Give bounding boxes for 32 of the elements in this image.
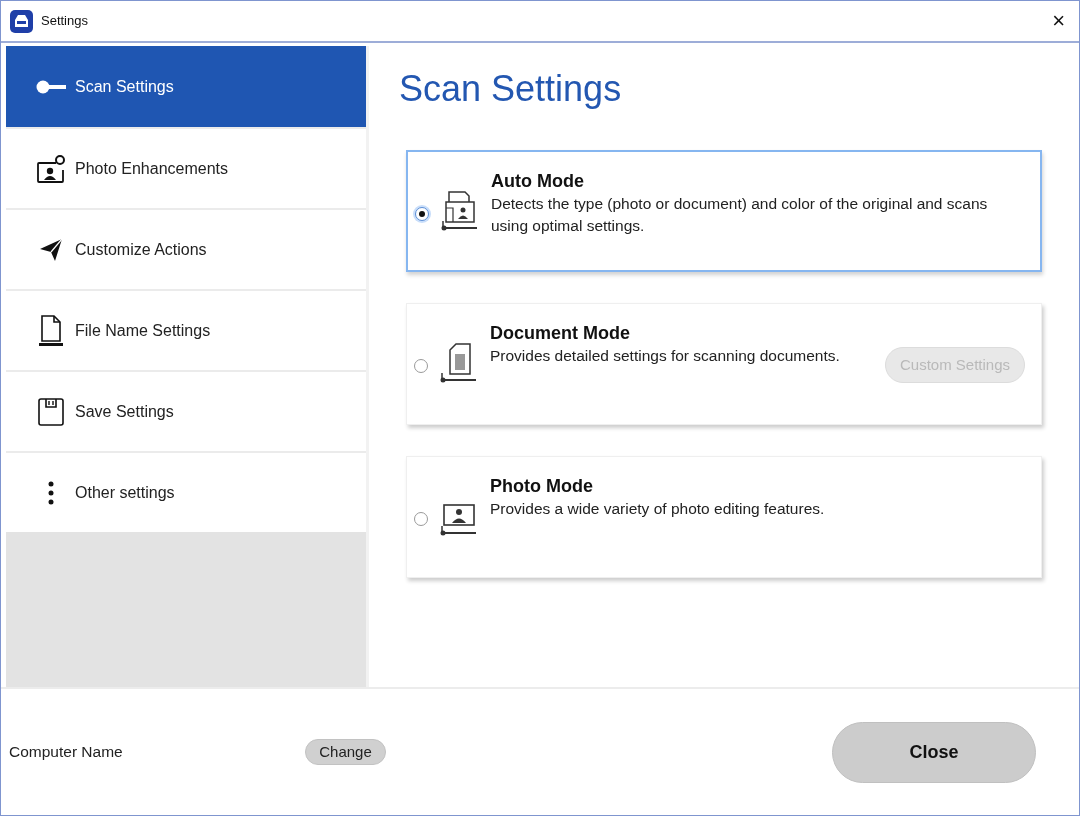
mode-card[interactable]: Photo Mode Provides a wide variety of photo editing features. — [406, 456, 1042, 578]
mode-title: Auto Mode — [491, 170, 584, 192]
mode-title: Photo Mode — [490, 475, 593, 497]
key-icon — [35, 79, 66, 94]
more-vertical-icon — [47, 480, 54, 505]
sidebar-item[interactable]: Photo Enhancements — [6, 127, 366, 208]
document-photo-stack-icon — [441, 188, 479, 232]
radio-button[interactable] — [414, 359, 428, 373]
save-icon — [37, 397, 64, 426]
mode-card[interactable]: Auto Mode Detects the type (photo or document) and color of the original and scans using optimal settings. — [406, 150, 1042, 272]
radio-button[interactable] — [414, 512, 428, 526]
sidebar-item[interactable]: Save Settings — [6, 370, 366, 451]
document-scan-icon — [440, 340, 478, 384]
radio-button[interactable] — [415, 207, 429, 221]
close-button[interactable]: × — [1050, 10, 1067, 32]
mode-description: Detects the type (photo or document) and color of the original and scans using optimal settings. — [491, 194, 989, 236]
change-button[interactable]: Change — [305, 739, 386, 765]
sidebar-item[interactable]: Other settings — [6, 451, 366, 532]
photo-person-icon — [35, 153, 66, 184]
scanner-app-icon — [10, 9, 33, 33]
mode-description: Provides detailed settings for scanning documents. — [490, 346, 840, 366]
document-icon — [37, 314, 64, 347]
window-title: Settings — [41, 12, 88, 31]
page-heading: Scan Settings — [399, 68, 622, 110]
sidebar-item[interactable]: File Name Settings — [6, 289, 366, 370]
sidebar-item[interactable]: Customize Actions — [6, 208, 366, 289]
close-dialog-button[interactable]: Close — [832, 721, 1036, 783]
mode-description: Provides a wide variety of photo editing features. — [490, 499, 825, 519]
sidebar-item[interactable]: Scan Settings — [6, 46, 366, 127]
paper-plane-icon — [38, 237, 63, 262]
mode-title: Document Mode — [490, 322, 630, 344]
computer-name-label: Computer Name — [9, 743, 123, 760]
